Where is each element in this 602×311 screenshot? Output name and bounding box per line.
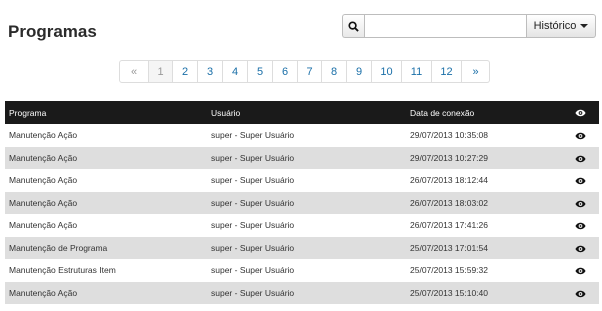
- page-3[interactable]: 3: [198, 60, 223, 83]
- eye-icon[interactable]: [574, 267, 586, 275]
- page-11[interactable]: 11: [402, 60, 432, 83]
- cell-date: 25/07/2013 17:01:54: [410, 242, 488, 253]
- page-prev[interactable]: «: [119, 60, 149, 83]
- cell-user: super - Super Usuário: [211, 287, 295, 298]
- page-4[interactable]: 4: [223, 60, 248, 83]
- view-button[interactable]: [561, 147, 599, 170]
- cell-user: super - Super Usuário: [211, 152, 295, 163]
- table-row[interactable]: Manutenção de Programa super - Super Usuá…: [5, 236, 599, 260]
- table-row[interactable]: Manutenção Ação super - Super Usuário 29/0…: [5, 146, 599, 170]
- view-button[interactable]: [561, 259, 599, 282]
- cell-program: Manutenção Estruturas Item: [9, 265, 116, 276]
- view-button[interactable]: [561, 169, 599, 192]
- pagination: « 1 2 3 4 5 6 7 8 9 10 11 12 »: [119, 60, 490, 83]
- page-next[interactable]: »: [462, 60, 490, 83]
- cell-user: super - Super Usuário: [211, 242, 295, 253]
- cell-program: Manutenção Ação: [9, 130, 78, 141]
- table-row[interactable]: Manutenção Ação super - Super Usuário 26/0…: [5, 169, 599, 192]
- column-header-program[interactable]: Programa: [5, 101, 207, 124]
- eye-icon[interactable]: [574, 222, 586, 230]
- cell-user: super - Super Usuário: [211, 175, 295, 186]
- cell-program: Manutenção de Programa: [9, 242, 108, 253]
- view-button[interactable]: [561, 192, 599, 215]
- page-6[interactable]: 6: [273, 60, 298, 83]
- cell-program: Manutenção Ação: [9, 287, 78, 298]
- page-5[interactable]: 5: [248, 60, 273, 83]
- cell-program: Manutenção Ação: [9, 220, 78, 231]
- page-8[interactable]: 8: [322, 60, 347, 83]
- eye-icon[interactable]: [574, 200, 586, 208]
- page-10[interactable]: 10: [372, 60, 402, 83]
- search-group: Histórico: [342, 14, 596, 38]
- cell-date: 26/07/2013 17:41:26: [410, 220, 488, 231]
- eye-icon: [574, 110, 586, 117]
- view-button[interactable]: [561, 214, 599, 237]
- eye-icon[interactable]: [574, 245, 586, 253]
- history-dropdown-button[interactable]: Histórico: [527, 14, 596, 38]
- column-header-date[interactable]: Data de conexão: [406, 101, 561, 124]
- table-row[interactable]: Manutenção Ação super - Super Usuário 26/0…: [5, 191, 599, 215]
- cell-date: 25/07/2013 15:59:32: [410, 265, 488, 276]
- cell-program: Manutenção Ação: [9, 197, 78, 208]
- history-button-label: Histórico: [533, 20, 577, 32]
- table-row[interactable]: Manutenção Ação super - Super Usuário 26/0…: [5, 214, 599, 237]
- cell-program: Manutenção Ação: [9, 152, 78, 163]
- cell-user: super - Super Usuário: [211, 220, 295, 231]
- cell-date: 26/07/2013 18:03:02: [410, 197, 488, 208]
- view-button[interactable]: [561, 282, 599, 305]
- column-header-view: [561, 101, 599, 124]
- cell-date: 29/07/2013 10:27:29: [410, 152, 488, 163]
- connections-table: Programa Usuário Data de conexão Manuten…: [5, 101, 599, 304]
- page-7[interactable]: 7: [298, 60, 322, 83]
- table-row[interactable]: Manutenção Estruturas Item super - Super …: [5, 259, 599, 282]
- cell-user: super - Super Usuário: [211, 265, 295, 276]
- cell-program: Manutenção Ação: [9, 175, 78, 186]
- page-9[interactable]: 9: [347, 60, 372, 83]
- view-button[interactable]: [561, 237, 599, 260]
- page-1[interactable]: 1: [149, 60, 173, 83]
- page-2[interactable]: 2: [173, 60, 198, 83]
- table-row[interactable]: Manutenção Ação super - Super Usuário 29/0…: [5, 124, 599, 147]
- column-header-user[interactable]: Usuário: [207, 101, 406, 124]
- eye-icon[interactable]: [574, 132, 586, 140]
- search-icon[interactable]: [342, 14, 364, 38]
- eye-icon[interactable]: [574, 155, 586, 163]
- eye-icon[interactable]: [574, 177, 586, 185]
- page-12[interactable]: 12: [432, 60, 462, 83]
- eye-icon[interactable]: [574, 290, 586, 298]
- cell-user: super - Super Usuário: [211, 130, 295, 141]
- cell-date: 26/07/2013 18:12:44: [410, 175, 488, 186]
- table-row[interactable]: Manutenção Ação super - Super Usuário 25/0…: [5, 281, 599, 305]
- chevron-down-icon: [580, 24, 589, 28]
- cell-user: super - Super Usuário: [211, 197, 295, 208]
- cell-date: 25/07/2013 15:10:40: [410, 287, 488, 298]
- table-header-row: Programa Usuário Data de conexão: [5, 101, 599, 124]
- search-input[interactable]: [364, 14, 527, 38]
- cell-date: 29/07/2013 10:35:08: [410, 130, 488, 141]
- view-button[interactable]: [561, 124, 599, 147]
- page-title: Programas: [8, 22, 97, 41]
